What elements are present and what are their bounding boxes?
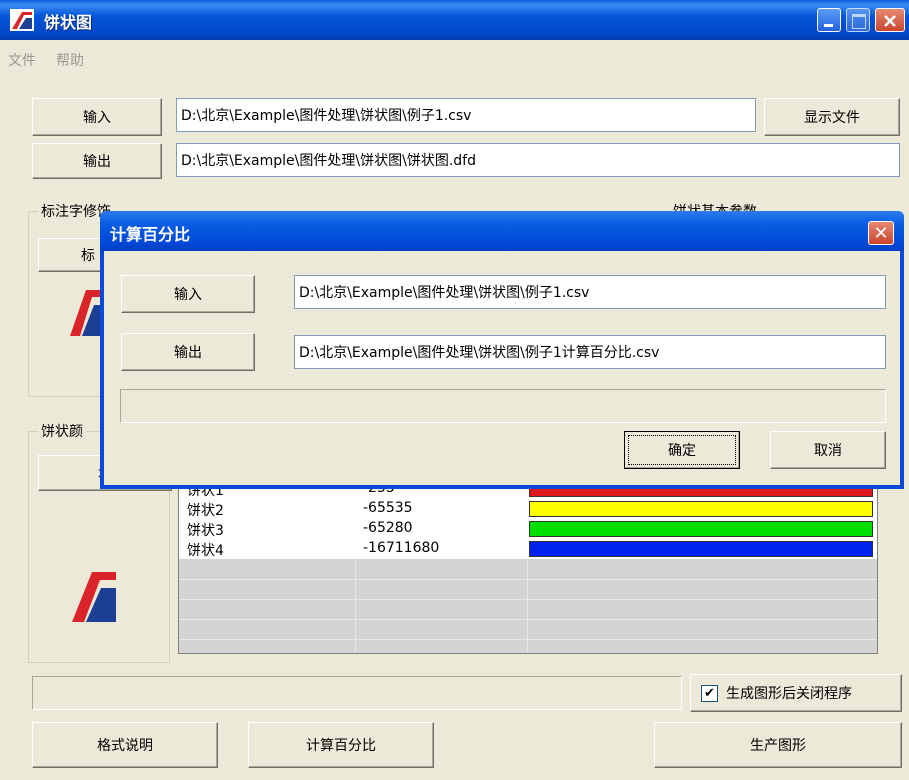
row-value: -16711680 — [363, 540, 440, 556]
menu-help[interactable]: 帮助 — [56, 50, 84, 70]
dialog-ok-button[interactable]: 确定 — [624, 431, 740, 469]
output-button[interactable]: 输出 — [32, 143, 162, 179]
dialog-body: 输入 D:\北京\Example\图件处理\饼状图\例子1.csv 输出 D:\… — [104, 251, 900, 485]
dialog-output-button[interactable]: 输出 — [121, 333, 255, 371]
calc-percent-button[interactable]: 计算百分比 — [248, 722, 434, 768]
dialog-input-button[interactable]: 输入 — [121, 275, 255, 313]
pie-color-title: 饼状颜 — [38, 421, 86, 441]
checkbox-checked-icon[interactable]: ✔ — [701, 684, 718, 702]
color-swatch[interactable] — [529, 541, 873, 557]
dialog-title-bar: 计算百分比 ✕ — [100, 211, 904, 251]
row-value: -65535 — [363, 500, 413, 516]
dialog-output-path-field[interactable]: D:\北京\Example\图件处理\饼状图\例子1计算百分比.csv — [294, 335, 886, 369]
output-path-field[interactable]: D:\北京\Example\图件处理\饼状图\饼状图.dfd — [176, 143, 900, 177]
format-help-button[interactable]: 格式说明 — [32, 722, 218, 768]
color-swatch[interactable] — [529, 501, 873, 517]
row-name: 饼状4 — [187, 543, 224, 559]
pie-color-grid[interactable]: 饼状1 -255 饼状2 -65535 饼状3 -65280 饼状4 -1671… — [178, 478, 878, 654]
row-name: 饼状3 — [187, 523, 224, 539]
title-bar: 饼状图 — [0, 0, 909, 40]
status-bar — [32, 676, 682, 710]
dialog-progress-bar — [120, 389, 886, 423]
dialog-title: 计算百分比 — [110, 225, 191, 244]
window-title: 饼状图 — [44, 13, 93, 32]
dialog-input-path-field[interactable]: D:\北京\Example\图件处理\饼状图\例子1.csv — [294, 275, 886, 309]
color-swatch[interactable] — [529, 521, 873, 537]
generate-chart-button[interactable]: 生产图形 — [654, 722, 902, 768]
input-button[interactable]: 输入 — [32, 98, 162, 136]
minimize-icon[interactable] — [817, 8, 841, 32]
menu-bar — [0, 44, 909, 72]
table-row[interactable]: 饼状3 -65280 — [179, 519, 877, 539]
close-after-generate-option[interactable]: ✔ 生成图形后关闭程序 — [690, 674, 902, 712]
table-row[interactable]: 饼状2 -65535 — [179, 499, 877, 519]
menu-file[interactable]: 文件 — [8, 50, 36, 70]
close-icon[interactable] — [875, 8, 905, 32]
calc-percent-dialog: 计算百分比 ✕ 输入 D:\北京\Example\图件处理\饼状图\例子1.cs… — [100, 211, 904, 489]
input-path-field[interactable]: D:\北京\Example\图件处理\饼状图\例子1.csv — [176, 98, 756, 132]
app-logo-icon — [10, 9, 34, 31]
row-name: 饼状2 — [187, 503, 224, 519]
show-file-button[interactable]: 显示文件 — [764, 98, 900, 136]
dialog-cancel-button[interactable]: 取消 — [770, 431, 886, 469]
app-logo-icon — [72, 572, 116, 622]
table-row[interactable]: 饼状4 -16711680 — [179, 539, 877, 559]
row-value: -65280 — [363, 520, 413, 536]
close-icon[interactable]: ✕ — [868, 221, 894, 245]
close-after-generate-label: 生成图形后关闭程序 — [726, 686, 852, 702]
maximize-icon[interactable] — [846, 8, 870, 32]
